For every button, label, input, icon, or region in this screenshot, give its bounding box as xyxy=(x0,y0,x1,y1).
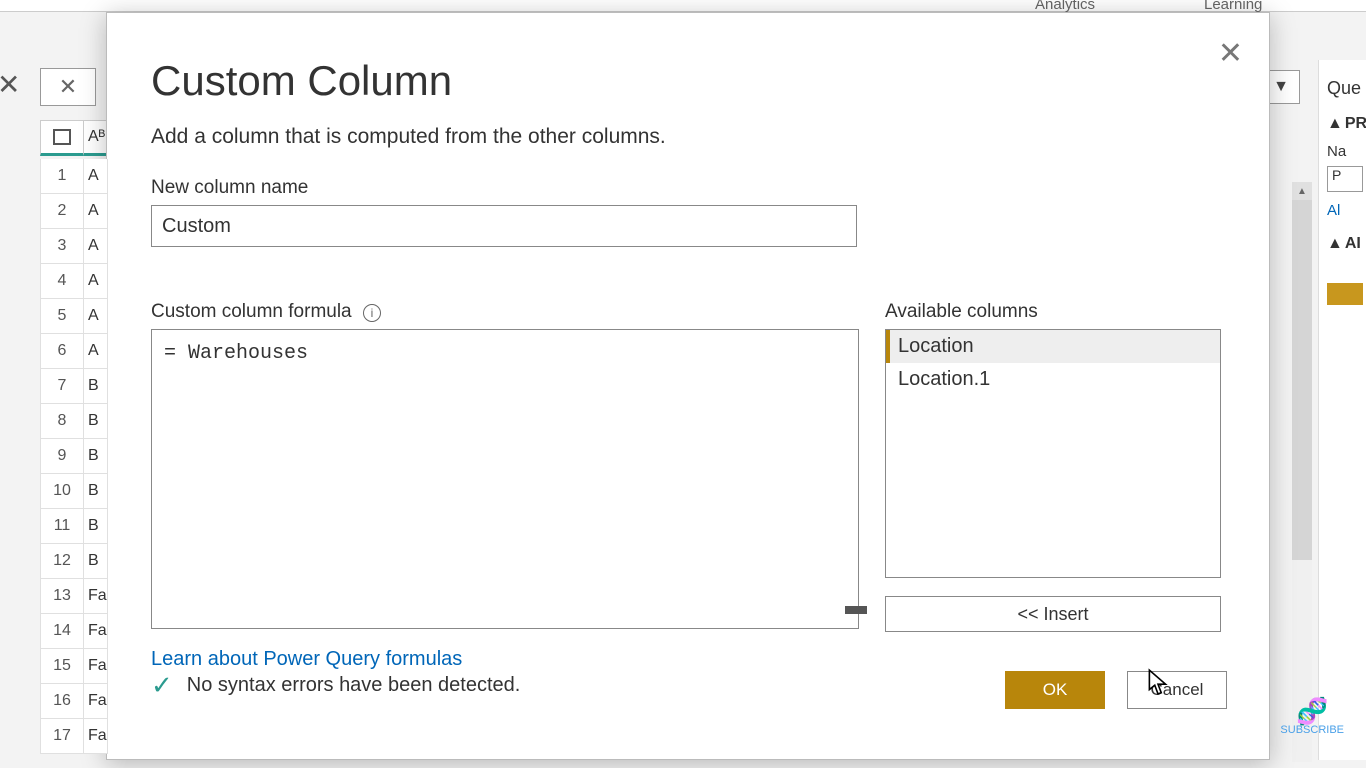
learn-more-link[interactable]: Learn about Power Query formulas xyxy=(151,648,462,671)
cell-value[interactable]: A xyxy=(84,299,108,334)
cell-value[interactable]: Fa xyxy=(84,614,108,649)
all-properties-link[interactable]: Al xyxy=(1319,202,1366,219)
available-column-item[interactable]: Location xyxy=(886,330,1220,363)
dna-icon: 🧬 xyxy=(1280,698,1344,724)
cell-value[interactable]: A xyxy=(84,264,108,299)
available-column-item[interactable]: Location.1 xyxy=(886,363,1220,396)
cell-value[interactable]: A xyxy=(84,194,108,229)
custom-column-dialog: ✕ Custom Column Add a column that is com… xyxy=(106,12,1270,760)
row-number[interactable]: 7 xyxy=(40,369,84,404)
available-columns-label: Available columns xyxy=(885,301,1221,323)
subscribe-label: SUBSCRIBE xyxy=(1280,724,1344,736)
row-number[interactable]: 4 xyxy=(40,264,84,299)
close-icon: ✕ xyxy=(59,74,77,100)
formula-label: Custom column formula i xyxy=(151,301,859,323)
row-number[interactable]: 17 xyxy=(40,719,84,754)
row-number[interactable]: 8 xyxy=(40,404,84,439)
validation-status: ✓ No syntax errors have been detected. xyxy=(151,670,520,701)
row-number[interactable]: 16 xyxy=(40,684,84,719)
scroll-up-icon[interactable]: ▲ xyxy=(1292,182,1312,200)
row-number[interactable]: 12 xyxy=(40,544,84,579)
validation-text: No syntax errors have been detected. xyxy=(187,674,521,697)
row-number[interactable]: 5 xyxy=(40,299,84,334)
table-select-all[interactable] xyxy=(40,120,84,156)
available-columns-list[interactable]: Location Location.1 xyxy=(885,329,1221,578)
insert-button[interactable]: << Insert xyxy=(885,596,1221,632)
row-number[interactable]: 11 xyxy=(40,509,84,544)
new-column-name-input[interactable] xyxy=(151,205,857,247)
panel-title: Que xyxy=(1319,78,1366,99)
ribbon-bar: Analytics Learning xyxy=(0,0,1366,12)
cell-value[interactable]: B xyxy=(84,544,108,579)
cell-value[interactable]: Fa xyxy=(84,684,108,719)
cell-value[interactable]: Fa xyxy=(84,579,108,614)
dialog-subtitle: Add a column that is computed from the o… xyxy=(151,125,1227,149)
row-number[interactable]: 3 xyxy=(40,229,84,264)
cell-value[interactable]: B xyxy=(84,474,108,509)
ok-button[interactable]: OK xyxy=(1005,671,1105,709)
cell-value[interactable]: B xyxy=(84,404,108,439)
close-query-icon[interactable]: ✕ xyxy=(0,68,20,101)
row-number[interactable]: 10 xyxy=(40,474,84,509)
formula-clear-button[interactable]: ✕ xyxy=(40,68,96,106)
cell-value[interactable]: Fa xyxy=(84,649,108,684)
cell-value[interactable]: A xyxy=(84,334,108,369)
cell-value[interactable]: B xyxy=(84,369,108,404)
subscribe-watermark: 🧬 SUBSCRIBE xyxy=(1280,698,1344,736)
cell-value[interactable]: B xyxy=(84,509,108,544)
row-number[interactable]: 14 xyxy=(40,614,84,649)
row-number[interactable]: 6 xyxy=(40,334,84,369)
formula-input[interactable] xyxy=(151,329,859,629)
new-column-name-label: New column name xyxy=(151,177,1227,199)
dialog-title: Custom Column xyxy=(151,57,1227,105)
checkmark-icon: ✓ xyxy=(151,670,173,701)
table-icon xyxy=(53,129,71,145)
info-icon[interactable]: i xyxy=(363,304,381,322)
query-settings-panel: Que ▲PR Na P Al ▲AI xyxy=(1318,60,1366,760)
scrollbar-thumb[interactable] xyxy=(1292,200,1312,560)
row-number[interactable]: 13 xyxy=(40,579,84,614)
row-number[interactable]: 15 xyxy=(40,649,84,684)
applied-step-selected[interactable] xyxy=(1327,283,1363,305)
row-number[interactable]: 9 xyxy=(40,439,84,474)
cell-value[interactable]: A xyxy=(84,159,108,194)
cancel-button[interactable]: Cancel xyxy=(1127,671,1227,709)
resize-handle[interactable] xyxy=(845,606,867,614)
chevron-down-icon: ▼ xyxy=(1273,78,1289,96)
applied-steps-heading[interactable]: ▲AI xyxy=(1319,235,1366,253)
name-label: Na xyxy=(1319,143,1366,160)
column-header[interactable]: Aᴮ xyxy=(84,120,108,156)
cell-value[interactable]: A xyxy=(84,229,108,264)
cell-value[interactable]: B xyxy=(84,439,108,474)
row-number[interactable]: 2 xyxy=(40,194,84,229)
vertical-scrollbar[interactable]: ▲ xyxy=(1292,182,1312,762)
query-name-input[interactable]: P xyxy=(1327,166,1363,192)
dialog-close-button[interactable]: ✕ xyxy=(1218,39,1243,69)
properties-heading[interactable]: ▲PR xyxy=(1319,115,1366,133)
row-number[interactable]: 1 xyxy=(40,159,84,194)
cell-value[interactable]: Fa xyxy=(84,719,108,754)
